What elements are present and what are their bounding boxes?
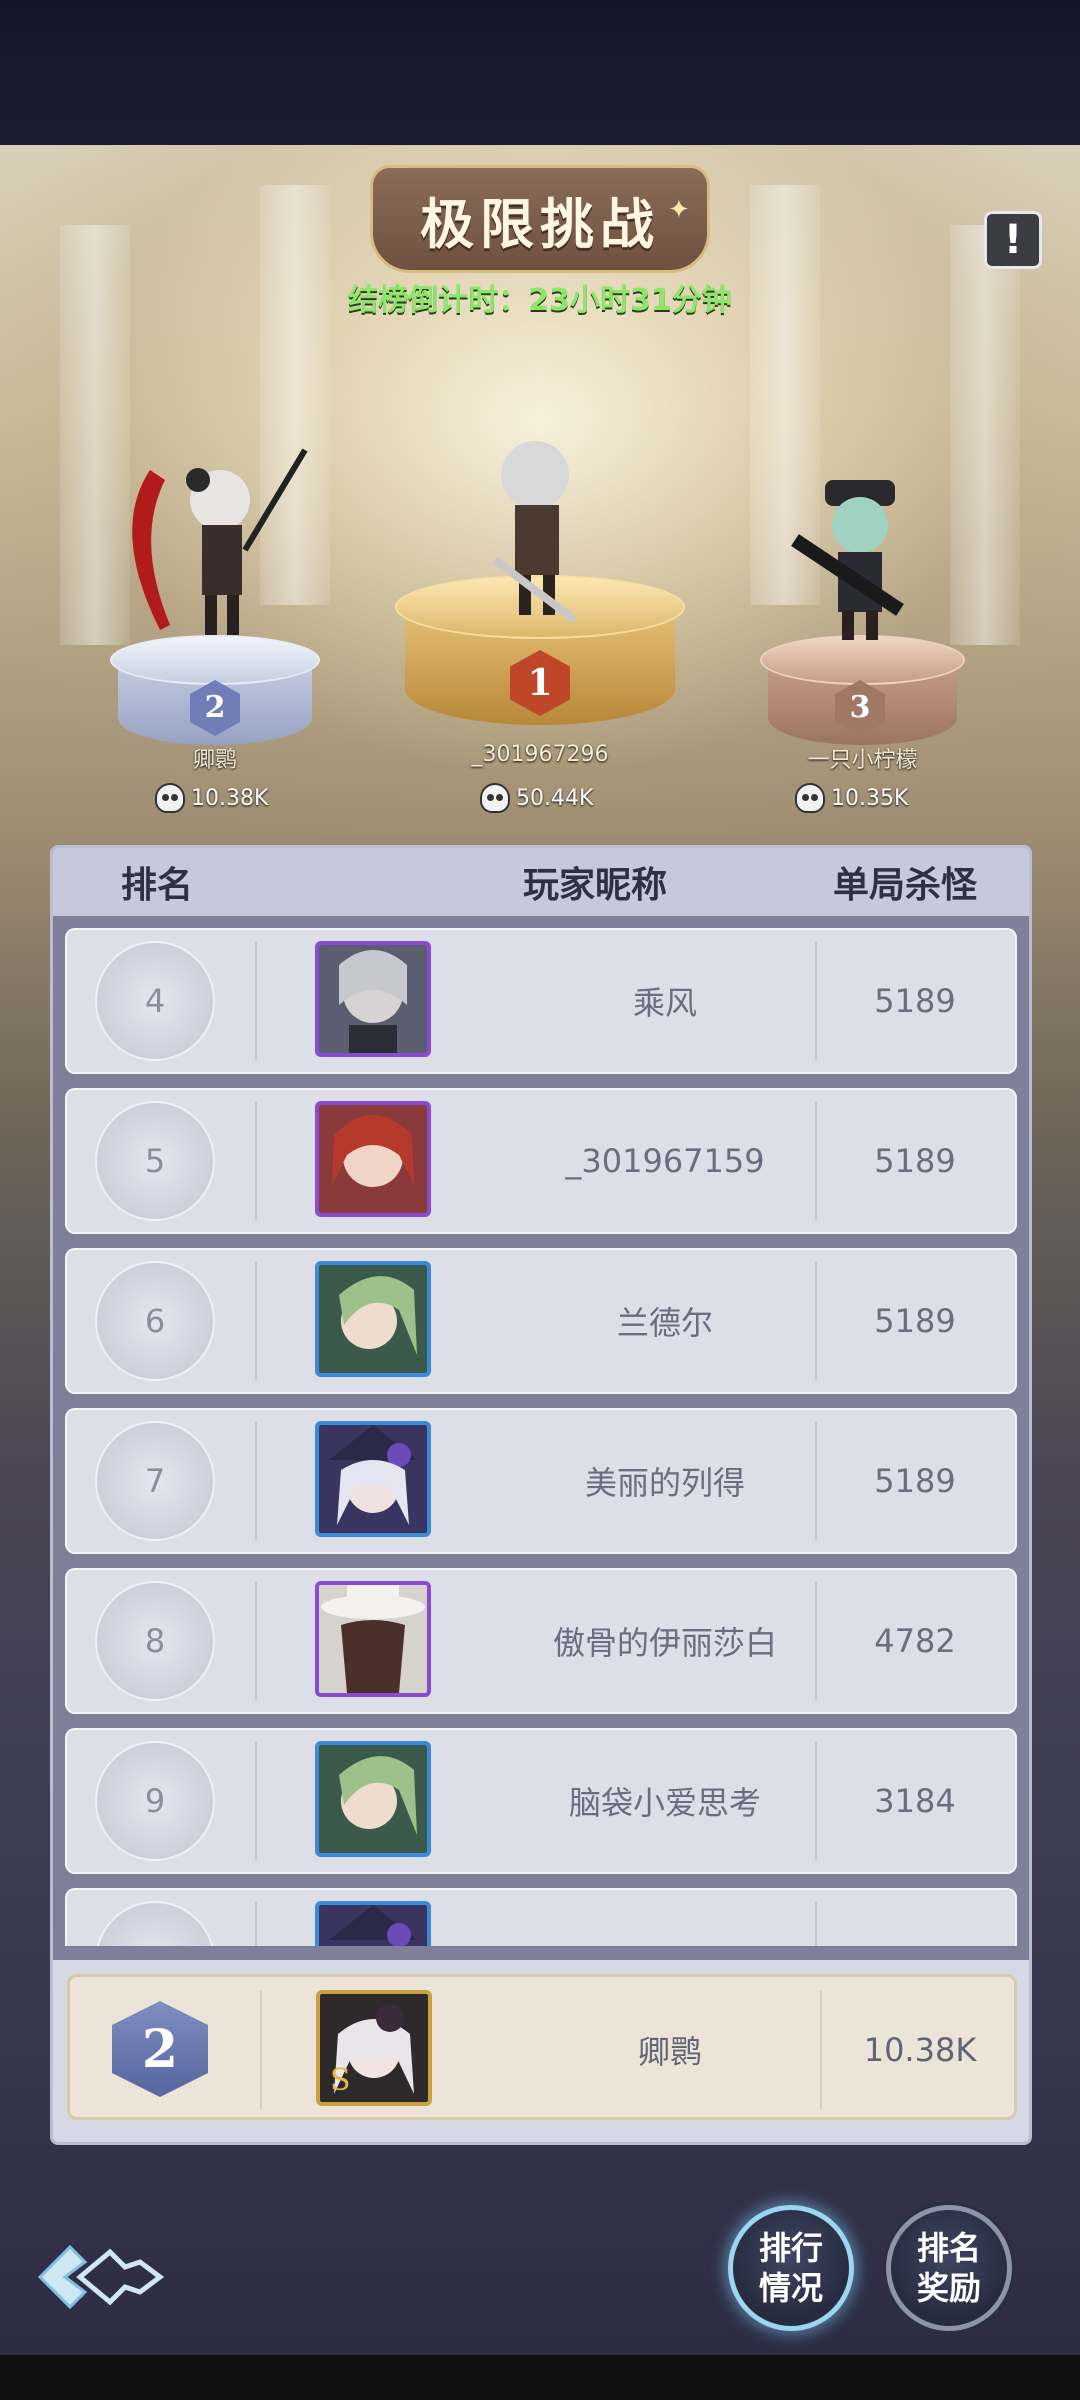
player-avatar [315, 1261, 431, 1377]
player-kills: 5189 [874, 982, 956, 1020]
kill-count: 10.35K [831, 785, 909, 811]
exclamation-icon: ! [1003, 217, 1023, 263]
player-name: 兰德尔 [616, 1304, 713, 1342]
rank-number: 8 [95, 1581, 215, 1701]
skull-icon [795, 783, 825, 813]
svg-text:S: S [330, 2063, 351, 2098]
player-name: 傲骨的伊丽莎白 [552, 1624, 777, 1662]
ranking-status-label-line2: 情况 [758, 2269, 823, 2307]
header-name: 玩家昵称 [523, 865, 668, 906]
my-kills: 10.38K [863, 2031, 977, 2069]
rank-number: 6 [95, 1261, 215, 1381]
my-rank-section: 2 S 卿鹮 10.38K [53, 1960, 1029, 2142]
table-row[interactable]: 6 兰德尔 5189 [65, 1248, 1017, 1394]
player-avatar [315, 1901, 431, 1946]
ranking-reward-label-line2: 奖励 [916, 2269, 981, 2307]
my-rank-badge: 2 [112, 2001, 208, 2097]
player-avatar [315, 1101, 431, 1217]
my-rank-row[interactable]: 2 S 卿鹮 10.38K [67, 1974, 1017, 2120]
player-avatar [315, 1421, 431, 1537]
podium-name-second: 卿鹮 [192, 748, 237, 773]
rank-number: 10 [95, 1901, 215, 1946]
player-name: _301967268 [455, 1888, 875, 1946]
ranking-status-label-line1: 排行 [758, 2229, 823, 2267]
character-sprite-third[interactable] [780, 480, 940, 650]
table-row[interactable]: 10 _301967268 3184 [65, 1888, 1017, 1946]
header-rank: 排名 [121, 865, 194, 906]
page-title: 极限挑战 [420, 192, 660, 256]
leaderboard-header: 排名 玩家昵称 单局杀怪 [53, 848, 1029, 916]
header-kills: 单局杀怪 [833, 865, 978, 906]
ranking-reward-button[interactable]: 排名 奖励 [886, 2205, 1012, 2331]
podium-kills-first: 50.44K [480, 783, 593, 813]
player-kills: 5189 [874, 1462, 956, 1500]
top-bar [0, 0, 1080, 145]
podium-name-first: _301967296 [471, 742, 609, 767]
table-row[interactable]: 7 美丽的列得 5189 [65, 1408, 1017, 1554]
rank-number: 9 [95, 1741, 215, 1861]
kill-count: 10.38K [191, 785, 269, 811]
podium-kills-second: 10.38K [155, 783, 268, 813]
countdown-text: 结榜倒计时：23小时31分钟 [348, 283, 732, 318]
player-name: 脑袋小爱思考 [568, 1784, 761, 1822]
rank-number: 7 [95, 1421, 215, 1541]
player-avatar [315, 1741, 431, 1857]
leaderboard[interactable]: 排名 玩家昵称 单局杀怪 4 乘风 5189 5 _301967159 5189… [50, 845, 1032, 2145]
player-kills: 5189 [874, 1302, 956, 1340]
back-logo-icon[interactable] [30, 2232, 170, 2322]
character-sprite-second[interactable] [110, 440, 310, 650]
player-name: 美丽的列得 [584, 1464, 745, 1502]
ranking-status-button[interactable]: 排行 情况 [728, 2205, 854, 2331]
player-kills: 3184 [815, 1888, 1015, 1946]
leaderboard-list[interactable]: 4 乘风 5189 5 _301967159 5189 6 兰德尔 5189 7… [53, 916, 1029, 1946]
my-name: 卿鹮 [637, 2033, 702, 2071]
sparkle-icon: ✦ [668, 195, 690, 225]
player-kills: 4782 [874, 1622, 956, 1660]
skull-icon [480, 783, 510, 813]
player-avatar [315, 941, 431, 1057]
podium-name-third: 一只小柠檬 [807, 748, 918, 773]
table-row[interactable]: 8 傲骨的伊丽莎白 4782 [65, 1568, 1017, 1714]
skull-icon [155, 783, 185, 813]
ranking-reward-label-line1: 排名 [916, 2229, 981, 2267]
info-button[interactable]: ! [984, 211, 1042, 269]
rank-number: 5 [95, 1101, 215, 1221]
bottom-strip [0, 2355, 1080, 2400]
player-kills: 5189 [874, 1142, 956, 1180]
table-row[interactable]: 5 _301967159 5189 [65, 1088, 1017, 1234]
podium-kills-third: 10.35K [795, 783, 908, 813]
rank-number: 4 [95, 941, 215, 1061]
table-row[interactable]: 4 乘风 5189 [65, 928, 1017, 1074]
my-avatar: S [316, 1990, 432, 2106]
title-banner: 极限挑战 [370, 165, 710, 273]
player-kills: 3184 [874, 1782, 956, 1820]
player-name: 乘风 [632, 984, 697, 1022]
player-avatar [315, 1581, 431, 1697]
table-row[interactable]: 9 脑袋小爱思考 3184 [65, 1728, 1017, 1874]
kill-count: 50.44K [516, 785, 594, 811]
player-name: _301967159 [565, 1142, 765, 1180]
character-sprite-first[interactable] [455, 430, 625, 630]
